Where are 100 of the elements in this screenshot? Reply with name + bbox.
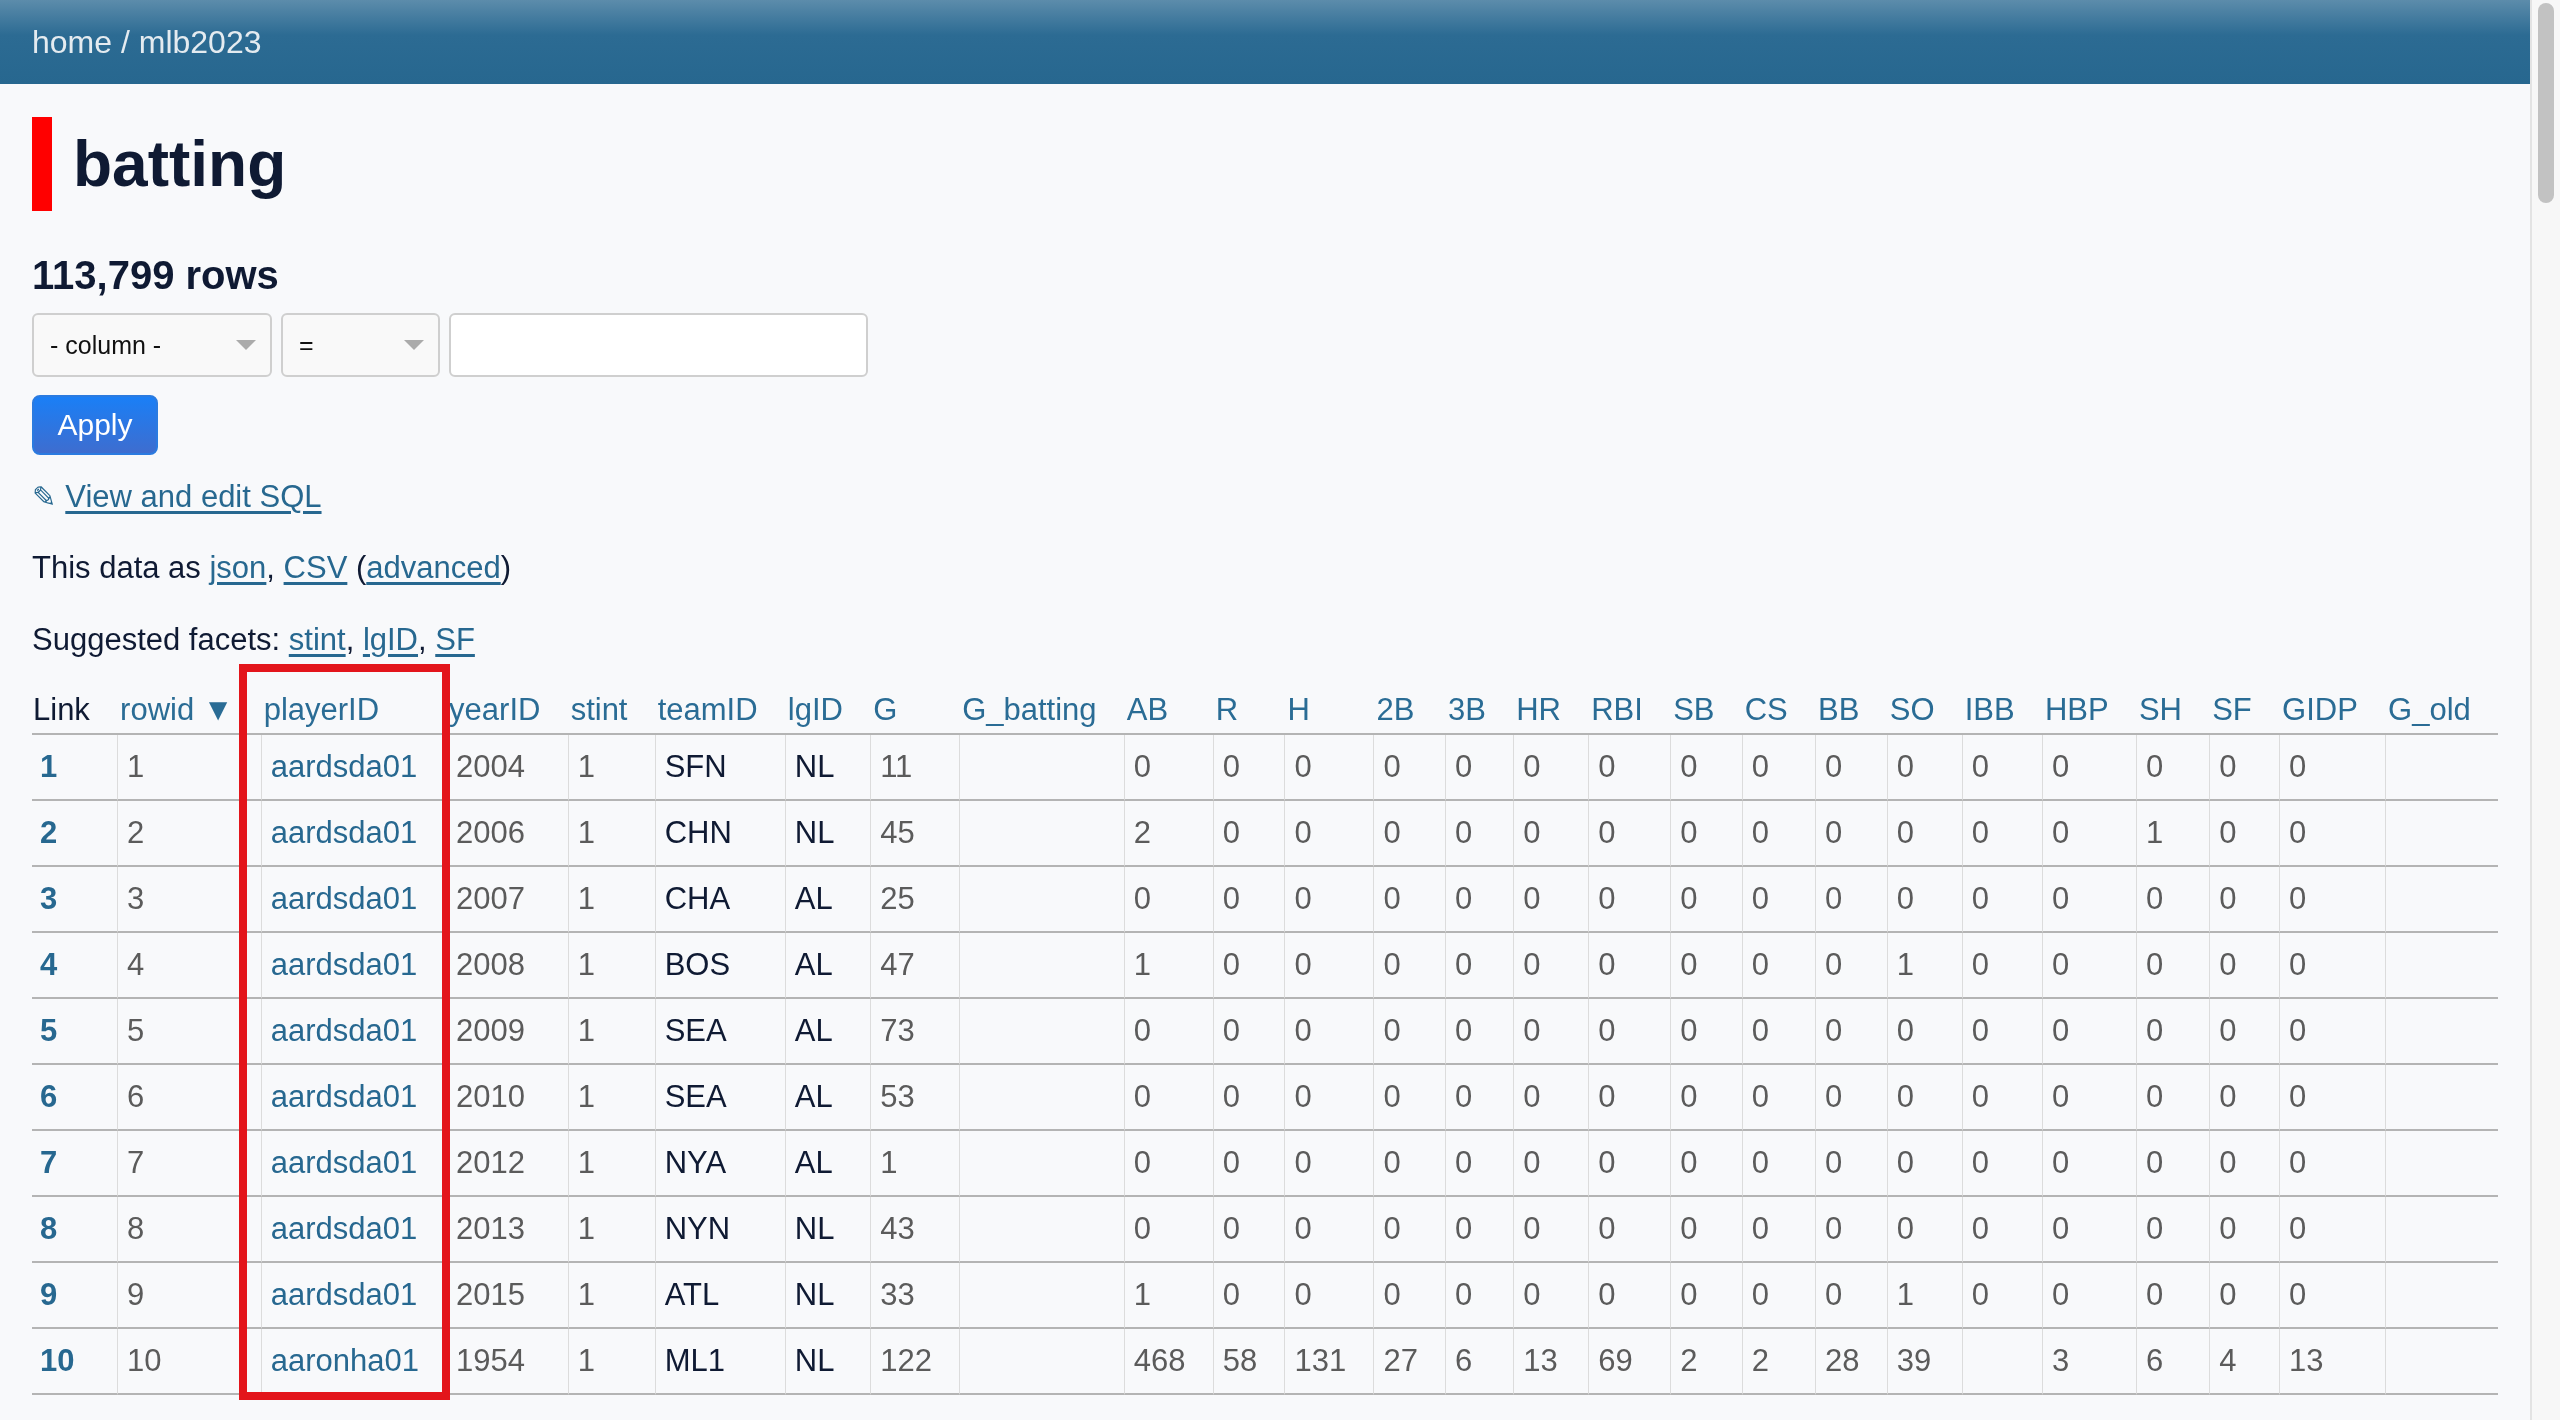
sql-link[interactable]: View and edit SQL <box>65 475 322 519</box>
scrollbar-thumb[interactable] <box>2538 3 2554 203</box>
column-header-link[interactable]: SB <box>1673 692 1715 728</box>
table-cell: 0 <box>1284 735 1374 801</box>
table-cell: 4 <box>2209 1329 2280 1395</box>
column-header-link[interactable]: AB <box>1126 692 1169 728</box>
cell-link[interactable]: aardsda01 <box>270 1079 418 1115</box>
column-header-link[interactable]: SF <box>2212 692 2252 728</box>
table-cell: 73 <box>870 999 960 1065</box>
table-cell: NL <box>784 1197 871 1263</box>
table-cell: 0 <box>1815 1131 1887 1197</box>
table-cell: 1 <box>567 999 655 1065</box>
breadcrumb-link[interactable]: mlb2023 <box>138 24 262 60</box>
column-header-link[interactable]: teamID <box>657 692 758 728</box>
table-cell: 0 <box>2041 867 2136 933</box>
table-cell: 0 <box>1886 735 1962 801</box>
facet-link[interactable]: SF <box>435 622 475 657</box>
operator-select[interactable]: = <box>281 313 440 377</box>
table-cell: 0 <box>1373 1131 1446 1197</box>
column-header-link[interactable]: R <box>1215 692 1239 728</box>
row-link[interactable]: 3 <box>40 881 58 917</box>
cell-link[interactable]: aardsda01 <box>270 815 418 851</box>
column-header-link[interactable]: HR <box>1516 692 1561 728</box>
table-cell: 0 <box>1961 801 2042 867</box>
table-cell: 0 <box>1284 933 1374 999</box>
table-cell: 0 <box>1513 1263 1589 1329</box>
table-cell: 1 <box>1886 1263 1962 1329</box>
column-header-link[interactable]: lgID <box>787 692 843 728</box>
cell-link[interactable]: aardsda01 <box>270 1145 418 1181</box>
cell-link[interactable]: aardsda01 <box>270 1211 418 1247</box>
column-header-link[interactable]: G <box>873 692 898 728</box>
column-header-link[interactable]: G_old <box>2388 692 2471 728</box>
table-cell: 0 <box>1670 1131 1742 1197</box>
column-header-link[interactable]: 2B <box>1376 692 1415 728</box>
table-cell: 0 <box>2279 735 2386 801</box>
column-header-link[interactable]: SH <box>2138 692 2182 728</box>
table-cell: 2010 <box>446 1065 568 1131</box>
column-header-link[interactable]: 3B <box>1448 692 1486 728</box>
cell-link[interactable]: aaronha01 <box>270 1343 419 1379</box>
cell-link[interactable]: aardsda01 <box>270 1277 418 1313</box>
cell-link[interactable]: aardsda01 <box>270 749 418 785</box>
table-cell: NYA <box>654 1131 785 1197</box>
table-cell: 0 <box>2041 999 2136 1065</box>
table-cell: 3 <box>117 867 261 933</box>
table-cell: 69 <box>1588 1329 1671 1395</box>
table-cell: 0 <box>1513 1197 1589 1263</box>
column-header-link[interactable]: stint <box>570 692 628 728</box>
row-link[interactable]: 5 <box>40 1013 58 1049</box>
table-cell: 0 <box>1961 867 2042 933</box>
table-cell: 0 <box>1588 1065 1671 1131</box>
table-cell: 0 <box>1445 867 1514 933</box>
column-header-link[interactable]: HBP <box>2044 692 2109 728</box>
column-header-link[interactable]: rowid ▼ <box>120 692 234 728</box>
apply-button[interactable]: Apply <box>32 395 158 455</box>
table-cell: 6 <box>117 1065 261 1131</box>
table-cell: 0 <box>1284 801 1374 867</box>
column-header-link[interactable]: playerID <box>263 692 380 728</box>
row-link[interactable]: 10 <box>40 1343 75 1379</box>
table-cell: 0 <box>1670 1065 1742 1131</box>
column-header-link[interactable]: CS <box>1744 692 1788 728</box>
facet-link[interactable]: stint <box>288 622 346 657</box>
table-cell: 0 <box>1284 1197 1374 1263</box>
scrollbar[interactable] <box>2530 0 2560 1420</box>
table-cell: 0 <box>1123 1197 1213 1263</box>
table-cell: 2 <box>117 801 261 867</box>
column-header: Link <box>33 692 90 728</box>
table-cell: 1 <box>2135 801 2210 867</box>
table-cell: 0 <box>1123 1131 1213 1197</box>
row-link[interactable]: 6 <box>40 1079 58 1115</box>
facet-link[interactable]: lgID <box>362 622 418 657</box>
column-header-link[interactable]: IBB <box>1964 692 2015 728</box>
table-cell: 1 <box>567 933 655 999</box>
column-header-link[interactable]: RBI <box>1591 692 1643 728</box>
column-header-link[interactable]: SO <box>1889 692 1935 728</box>
table-cell: 0 <box>2135 933 2210 999</box>
row-link[interactable]: 9 <box>40 1277 58 1313</box>
column-header-link[interactable]: BB <box>1818 692 1860 728</box>
row-link[interactable]: 4 <box>40 947 58 983</box>
column-header-link[interactable]: GIDP <box>2282 692 2358 728</box>
table-cell: 0 <box>1815 1263 1887 1329</box>
table-cell: 0 <box>2135 735 2210 801</box>
row-link[interactable]: 7 <box>40 1145 58 1181</box>
row-link[interactable]: 2 <box>40 815 58 851</box>
filter-value-field[interactable] <box>449 313 868 377</box>
breadcrumb-link[interactable]: home <box>32 24 113 60</box>
row-link[interactable]: 8 <box>40 1211 58 1247</box>
export-link[interactable]: json <box>209 550 267 585</box>
table-cell: 13 <box>2279 1329 2386 1395</box>
table-cell: 0 <box>2209 933 2280 999</box>
column-header-link[interactable]: H <box>1287 692 1310 728</box>
cell-link[interactable]: aardsda01 <box>270 881 418 917</box>
row-link[interactable]: 1 <box>40 749 58 785</box>
table-cell: 0 <box>1588 1197 1671 1263</box>
export-link[interactable]: CSV <box>283 550 348 585</box>
cell-link[interactable]: aardsda01 <box>270 1013 418 1049</box>
column-select[interactable]: - column - <box>32 313 272 377</box>
export-link[interactable]: advanced <box>366 550 501 585</box>
table-cell: 0 <box>2135 1131 2210 1197</box>
column-header-link[interactable]: yearID <box>449 692 541 728</box>
cell-link[interactable]: aardsda01 <box>270 947 418 983</box>
